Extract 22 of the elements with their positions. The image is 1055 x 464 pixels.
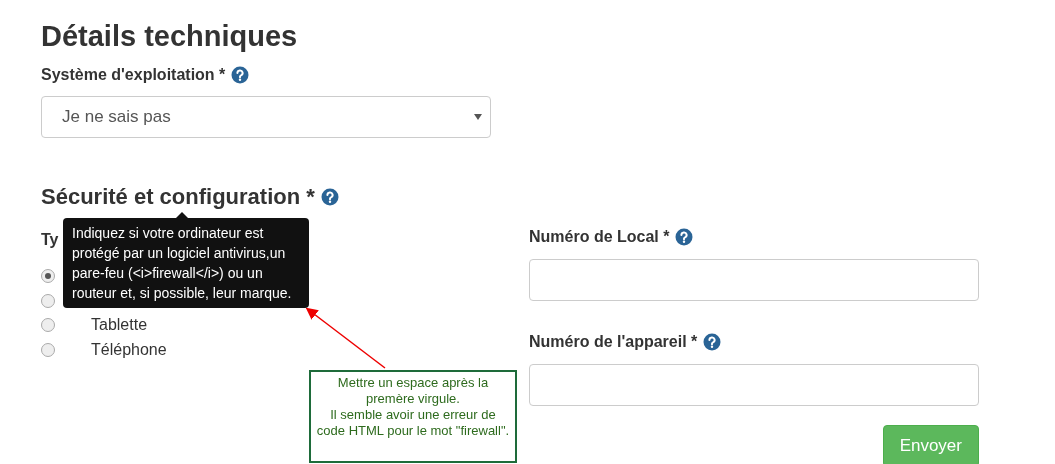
page-title: Détails techniques [41, 19, 298, 54]
radio-button[interactable] [41, 269, 55, 284]
field-label: Système d'exploitation * [41, 65, 226, 85]
radio-label: Téléphone [91, 339, 167, 360]
help-icon[interactable] [320, 187, 339, 206]
input-field[interactable] [529, 259, 979, 301]
help-icon[interactable] [703, 333, 722, 351]
help-icon[interactable] [675, 228, 694, 246]
field-label: Ty [41, 231, 59, 248]
os-select[interactable]: Je ne sais pas [41, 96, 491, 138]
help-icon[interactable] [231, 66, 250, 84]
field-label: Numéro de l'appareil * [529, 332, 698, 352]
radio-button[interactable] [41, 318, 55, 333]
radio-button[interactable] [41, 293, 55, 308]
radio-button[interactable] [41, 342, 55, 357]
field-label: Numéro de Local * [529, 227, 670, 247]
input-field[interactable] [529, 364, 979, 406]
annotation-note: Mettre un espace après la premère virgule. Il semble avoir une erreur de code HTML pour le mot "firewall". [309, 370, 517, 463]
tooltip: Indiquez si votre ordinateur est protégé par un logiciel antivirus,un pare-feu (<i>firewall</i>) ou un routeur et, si possible, leur marque. [63, 218, 309, 308]
section-title: Sécurité et configuration * [41, 183, 315, 211]
radio-label: Tablette [91, 315, 148, 336]
caret-icon [474, 114, 482, 120]
